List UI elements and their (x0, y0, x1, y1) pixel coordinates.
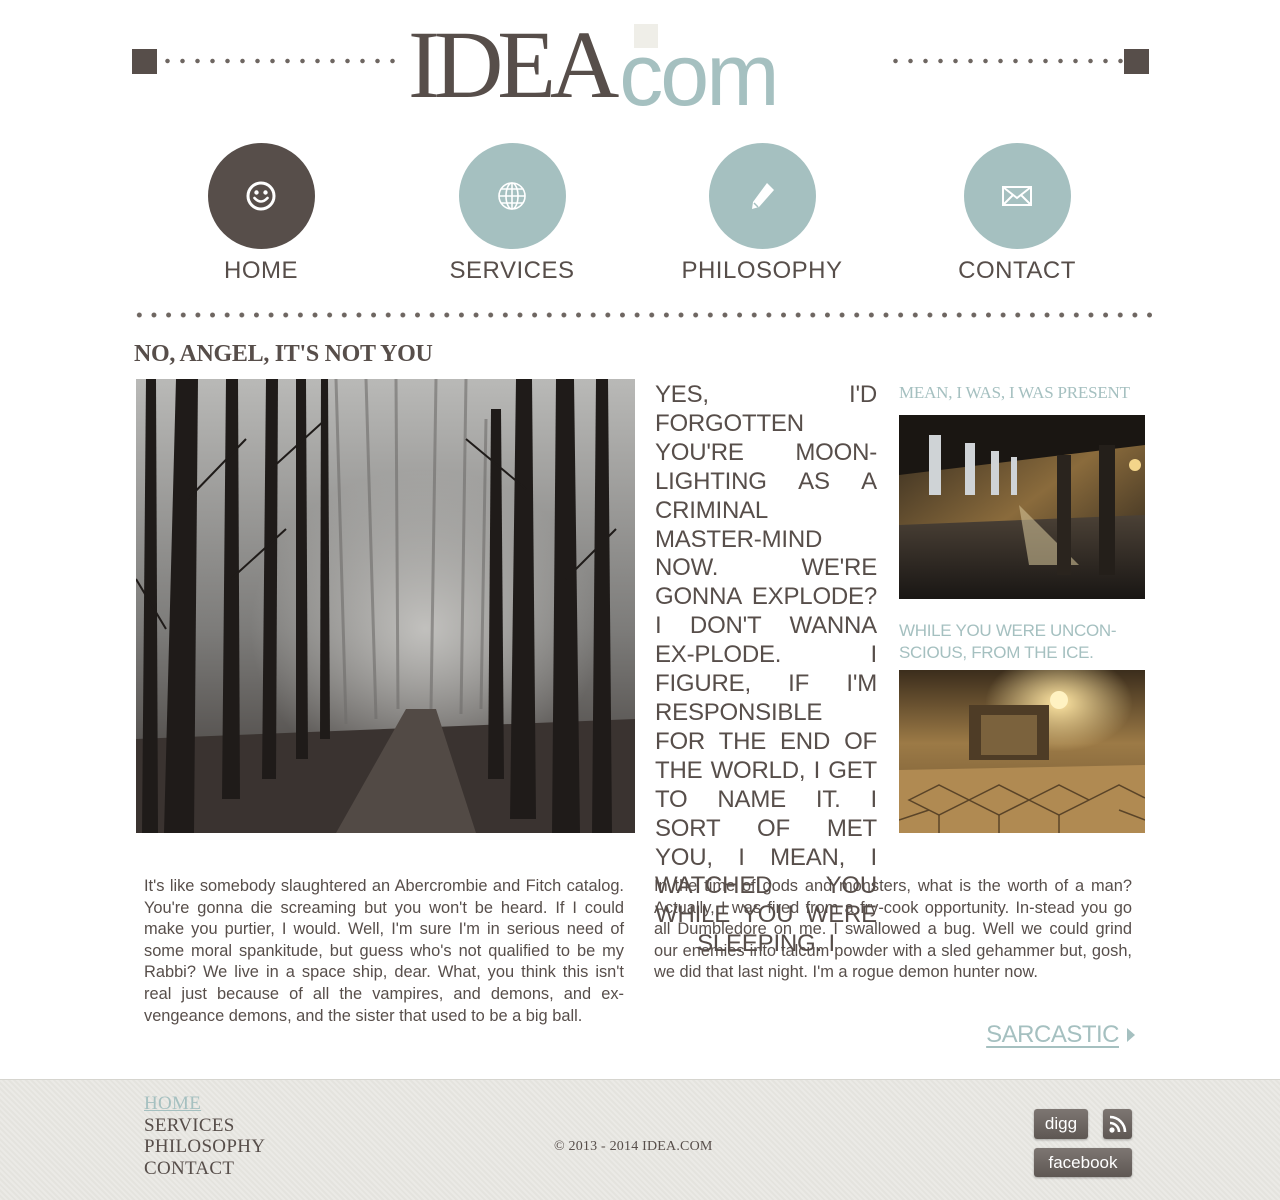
footer-nav: HOME SERVICES PHILOSOPHY CONTACT (144, 1093, 265, 1179)
globe-icon (498, 182, 526, 210)
site-logo[interactable]: IDEAcom (408, 17, 780, 120)
footer-link-home[interactable]: HOME (144, 1093, 265, 1115)
dotted-divider (132, 311, 1152, 319)
read-more-link[interactable]: SARCASTIC (986, 1021, 1135, 1049)
chapel-photo (899, 670, 1145, 833)
nav-item-services[interactable]: SERVICES (412, 143, 612, 285)
decorative-square-left (132, 49, 157, 74)
dotted-line-right (888, 58, 1124, 64)
main-nav: HOME SERVICES PHILOSOPHY CONTACT (132, 143, 1149, 293)
pencil-icon (752, 183, 774, 209)
rss-button[interactable] (1103, 1109, 1132, 1139)
page-title: NO, ANGEL, IT'S NOT YOU (134, 341, 433, 367)
footer-link-contact[interactable]: CONTACT (144, 1158, 265, 1180)
header: IDEAcom (132, 17, 1149, 120)
nav-item-contact[interactable]: CONTACT (917, 143, 1117, 285)
nav-label-home: HOME (224, 257, 298, 284)
nav-circle-home[interactable] (207, 143, 315, 249)
side-title-1: MEAN, I WAS, I WAS PRESENT (899, 383, 1130, 402)
smiley-icon (246, 181, 276, 211)
logo-brand: IDEA (408, 11, 619, 118)
nav-item-philosophy[interactable]: PHILOSOPHY (662, 143, 862, 285)
side-title-2: WHILE YOU WERE UNCON-SCIOUS, FROM THE IC… (899, 621, 1117, 662)
envelope-icon (1002, 186, 1032, 206)
nav-label-philosophy: PHILOSOPHY (681, 257, 843, 284)
facebook-button[interactable]: facebook (1034, 1148, 1132, 1177)
footer: HOME SERVICES PHILOSOPHY CONTACT © 2013 … (0, 1079, 1280, 1200)
footer-link-services[interactable]: SERVICES (144, 1115, 265, 1137)
nav-label-services: SERVICES (449, 257, 575, 284)
rss-icon (1108, 1115, 1126, 1133)
footer-link-philosophy[interactable]: PHILOSOPHY (144, 1136, 265, 1158)
nav-circle-services[interactable] (458, 143, 566, 249)
nav-label-contact: CONTACT (958, 257, 1076, 284)
nav-item-home[interactable]: HOME (161, 143, 361, 285)
copyright: © 2013 - 2014 IDEA.COM (554, 1139, 713, 1154)
dotted-line-left (160, 58, 395, 64)
body-text-left: It's like somebody slaughtered an Abercr… (144, 877, 624, 1025)
body-text-right: In the time of gods and monsters, what i… (654, 877, 1132, 982)
logo-accent-square (634, 24, 658, 48)
digg-button[interactable]: digg (1034, 1109, 1088, 1139)
feature-text: YES, I'D FORGOTTEN YOU'RE MOON-LIGHTING … (655, 381, 877, 958)
nav-circle-philosophy[interactable] (708, 143, 816, 249)
read-more-label: SARCASTIC (986, 1021, 1119, 1048)
hall-photo (899, 415, 1145, 599)
nav-circle-contact[interactable] (963, 143, 1071, 249)
arrow-right-icon (1127, 1028, 1135, 1042)
forest-photo (136, 379, 635, 833)
decorative-square-right (1124, 49, 1149, 74)
